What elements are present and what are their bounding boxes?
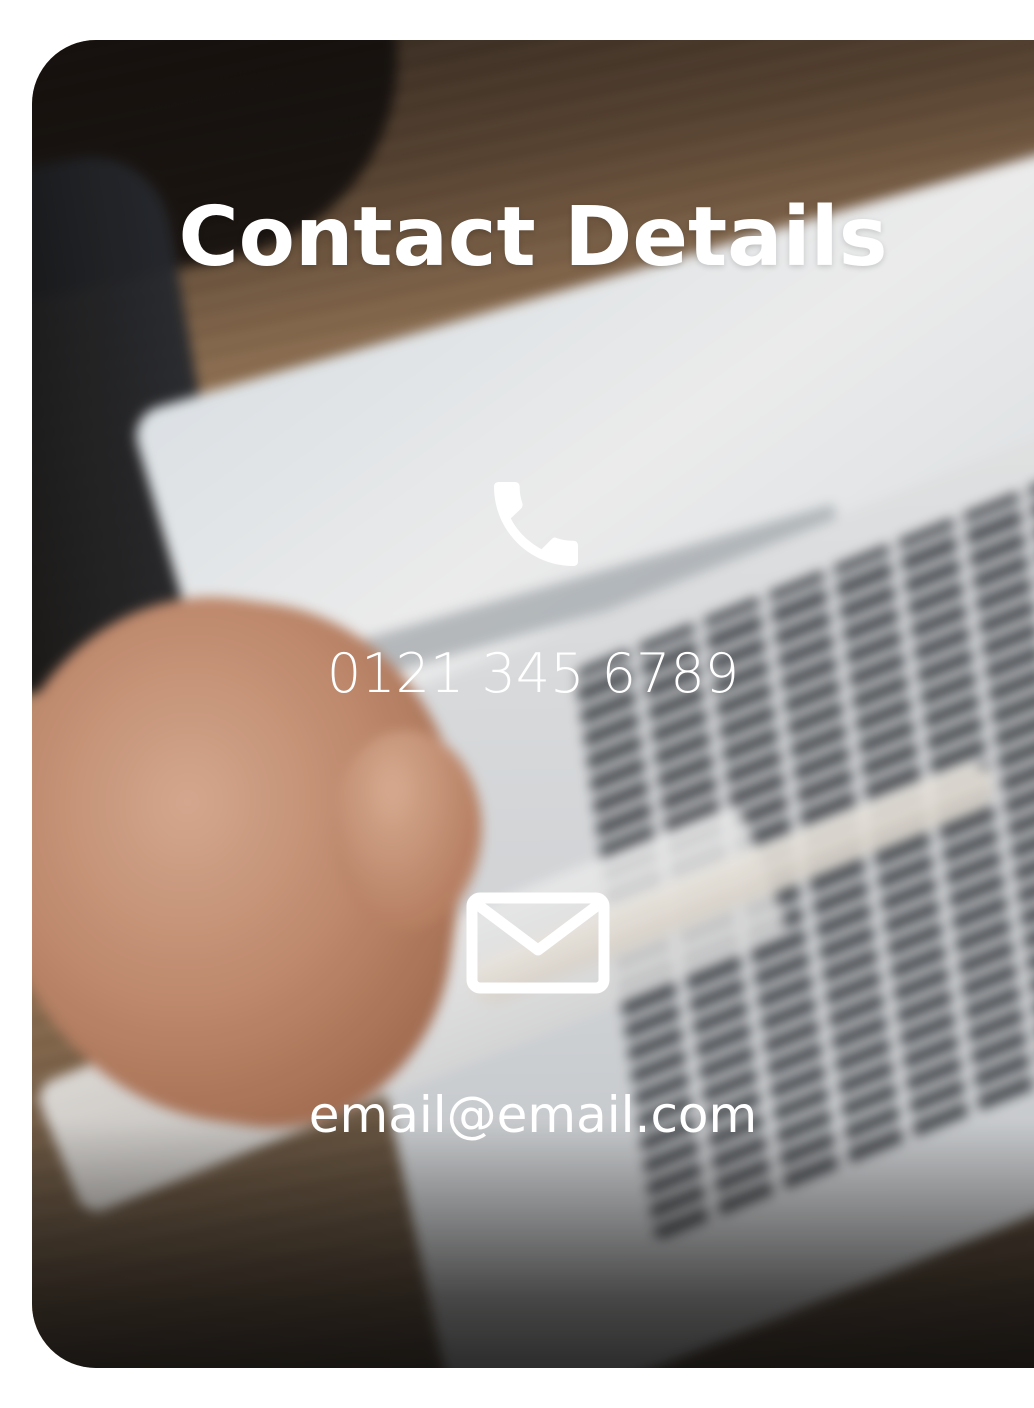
email-address[interactable]: email@email.com	[32, 1086, 1034, 1144]
page-title: Contact Details	[178, 190, 888, 285]
contact-card: Contact Details 0121 345 6789 email@emai…	[32, 40, 1034, 1368]
mail-icon	[466, 892, 610, 994]
phone-icon	[494, 482, 578, 566]
phone-number[interactable]: 0121 345 6789	[32, 642, 1034, 705]
